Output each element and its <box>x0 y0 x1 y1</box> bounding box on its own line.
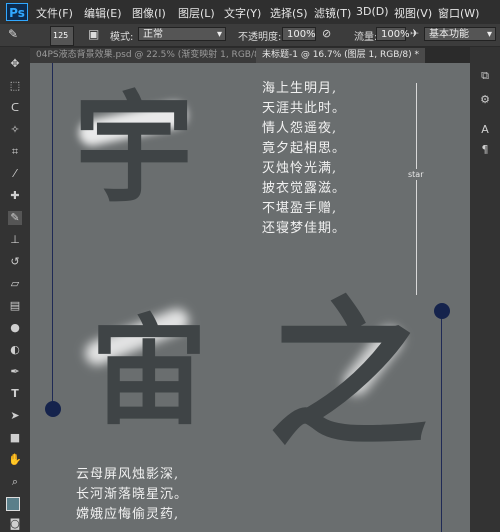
divider-line <box>416 83 417 295</box>
type-icon[interactable]: T <box>8 387 22 401</box>
path-select-icon[interactable]: ➤ <box>8 409 22 423</box>
menu-3d[interactable]: 3D(D) <box>356 5 389 18</box>
document-tabs: 04PS液态背景效果.psd @ 22.5% (渐变映射 1, RGB/8) *… <box>30 47 470 63</box>
poem-top: 海上生明月, 天涯共此时。 情人怨遥夜, 竟夕起相思。 灭烛怜光满, 披衣觉露滋… <box>262 77 346 237</box>
zoom-icon[interactable]: ⌕ <box>8 475 22 489</box>
tablet-pressure-icon[interactable]: ⊘ <box>322 27 331 40</box>
brush-preset-picker[interactable]: 125 <box>50 26 74 46</box>
navy-dot <box>45 401 61 417</box>
properties-panel-icon[interactable]: ⚙ <box>478 93 492 107</box>
poem-line: 海上生明月, <box>262 81 338 96</box>
foreground-color-swatch[interactable] <box>6 497 20 511</box>
vertical-guide-line <box>52 63 53 409</box>
poem-line: 天涯共此时。 <box>262 101 347 116</box>
marquee-icon[interactable]: ⬚ <box>8 79 22 93</box>
mode-value: 正常 <box>143 29 163 40</box>
tools-panel: ✥ ⬚ ᑕ ✧ ⌗ ⁄ ✚ ✎ ⊥ ↺ ▱ ▤ ● ◐ ✒ T ➤ ■ ✋ ⌕ … <box>0 47 30 532</box>
flow-value: 100% <box>381 29 410 40</box>
flow-label: 流量: <box>354 32 378 43</box>
brush-panel-icon[interactable]: ▣ <box>88 27 99 41</box>
shape-icon[interactable]: ■ <box>8 431 22 445</box>
menu-window[interactable]: 窗口(W) <box>438 5 479 21</box>
brush-size-value: 125 <box>53 31 69 40</box>
poem-line: 云母屏风烛影深, <box>76 467 180 482</box>
poem-bottom: 云母屏风烛影深, 长河渐落晓星沉。 嫦娥应悔偷灵药, <box>76 463 188 523</box>
stamp-icon[interactable]: ⊥ <box>8 233 22 247</box>
menu-filter[interactable]: 滤镜(T) <box>314 5 351 21</box>
brush-tool-icon[interactable]: ✎ <box>8 27 18 41</box>
opacity-value: 100% <box>287 29 316 40</box>
tab-document-2[interactable]: 未标题-1 @ 16.7% (图层 1, RGB/8) * <box>256 48 425 63</box>
move-icon[interactable]: ✥ <box>8 57 22 71</box>
paragraph-panel-icon[interactable]: ¶ <box>478 143 492 157</box>
vertical-guide-line <box>441 311 442 532</box>
poem-line: 嫦娥应悔偷灵药, <box>76 507 180 522</box>
menu-image[interactable]: 图像(I) <box>132 5 166 21</box>
quick-mask-icon[interactable]: ◙ <box>8 517 22 531</box>
chevron-down-icon: ▾ <box>216 29 222 40</box>
poem-line: 不堪盈手赠, <box>262 201 338 216</box>
poem-line: 竟夕起相思。 <box>262 141 347 156</box>
tab-document-1[interactable]: 04PS液态背景效果.psd @ 22.5% (渐变映射 1, RGB/8) * <box>30 48 277 63</box>
history-brush-icon[interactable]: ↺ <box>8 255 22 269</box>
menu-view[interactable]: 视图(V) <box>394 5 432 21</box>
history-panel-icon[interactable]: ⧉ <box>478 69 492 83</box>
mode-select[interactable]: 正常 ▾ <box>138 27 226 41</box>
photoshop-logo: Ps <box>6 3 28 21</box>
document-canvas[interactable]: 宇 宙 之 海上生明月, 天涯共此时。 情人怨遥夜, 竟夕起相思。 灭烛怜光满,… <box>30 63 470 532</box>
menu-bar: Ps 文件(F) 编辑(E) 图像(I) 图层(L) 文字(Y) 选择(S) 滤… <box>0 0 500 24</box>
workspace-select[interactable]: 基本功能 ▾ <box>424 27 496 41</box>
workspace-value: 基本功能 <box>429 29 469 40</box>
eraser-icon[interactable]: ▱ <box>8 277 22 291</box>
healing-icon[interactable]: ✚ <box>8 189 22 203</box>
lasso-icon[interactable]: ᑕ <box>8 101 22 115</box>
big-character-yu: 宇 <box>74 78 194 219</box>
crop-icon[interactable]: ⌗ <box>8 145 22 159</box>
big-character-zhi: 之 <box>268 281 429 469</box>
poem-line: 还寝梦佳期。 <box>262 221 347 236</box>
eyedropper-icon[interactable]: ⁄ <box>8 167 22 181</box>
poem-line: 长河渐落晓星沉。 <box>76 487 189 502</box>
menu-select[interactable]: 选择(S) <box>270 5 308 21</box>
quick-select-icon[interactable]: ✧ <box>8 123 22 137</box>
chevron-down-icon: ▾ <box>486 29 492 40</box>
airbrush-icon[interactable]: ✈ <box>410 27 419 40</box>
dodge-icon[interactable]: ◐ <box>8 343 22 357</box>
blur-icon[interactable]: ● <box>8 321 22 335</box>
hand-icon[interactable]: ✋ <box>8 453 22 467</box>
opacity-label: 不透明度: <box>238 32 282 43</box>
menu-layer[interactable]: 图层(L) <box>178 5 215 21</box>
poem-line: 灭烛怜光满, <box>262 161 338 176</box>
navy-dot <box>434 303 450 319</box>
mode-label: 模式: <box>110 32 134 43</box>
flow-input[interactable]: 100% <box>376 27 410 41</box>
menu-file[interactable]: 文件(F) <box>36 5 73 21</box>
panel-dock: ⧉ ⚙ A ¶ <box>470 47 500 532</box>
poem-line: 情人怨遥夜, <box>262 121 338 136</box>
options-bar: ✎ 125 ▣ 模式: 正常 ▾ 不透明度: 100% ⊘ 流量: 100% ✈ … <box>0 24 500 47</box>
gradient-icon[interactable]: ▤ <box>8 299 22 313</box>
poem-line: 披衣觉露滋。 <box>262 181 347 196</box>
big-character-zhou: 宙 <box>90 302 209 441</box>
brush-icon[interactable]: ✎ <box>8 211 22 225</box>
star-label: star <box>408 169 424 180</box>
menu-type[interactable]: 文字(Y) <box>224 5 261 21</box>
pen-icon[interactable]: ✒ <box>8 365 22 379</box>
opacity-input[interactable]: 100% <box>282 27 316 41</box>
character-panel-icon[interactable]: A <box>478 123 492 137</box>
menu-edit[interactable]: 编辑(E) <box>84 5 122 21</box>
